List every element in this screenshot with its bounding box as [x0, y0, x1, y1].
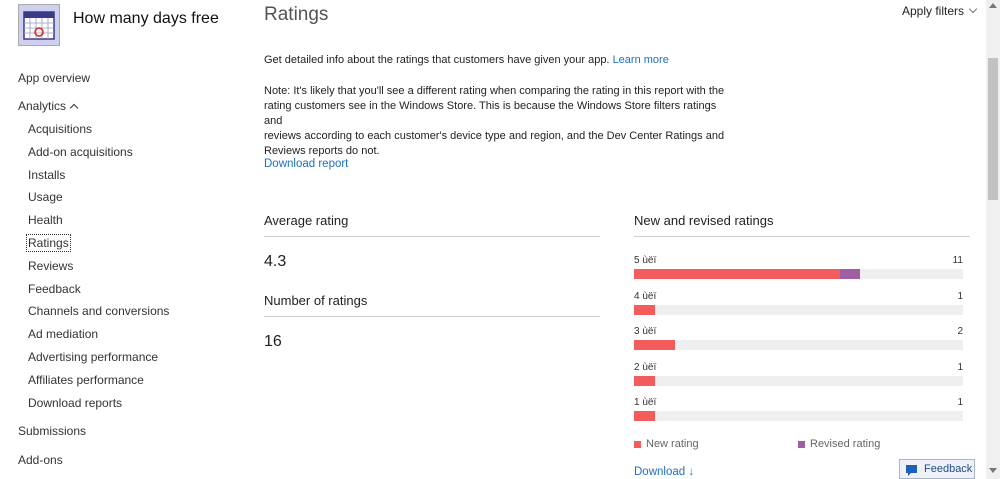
- app-title: How many days free: [73, 10, 219, 27]
- bar-count: 1: [957, 361, 963, 373]
- divider: [264, 316, 600, 317]
- calendar-app-icon: [18, 4, 60, 46]
- number-of-ratings-heading: Number of ratings: [264, 293, 368, 308]
- nav-reviews[interactable]: Reviews: [28, 259, 73, 273]
- bar-label: 2 ùëï: [634, 361, 657, 373]
- learn-more-link[interactable]: Learn more: [613, 54, 669, 66]
- new-rating-bar: [634, 304, 655, 315]
- note-line: Note: It's likely that you'll see a diff…: [264, 85, 725, 97]
- note-line: rating customers see in the Windows Stor…: [264, 100, 717, 127]
- nav-installs[interactable]: Installs: [28, 168, 65, 182]
- bar-track: [634, 269, 963, 279]
- nav-ad-mediation[interactable]: Ad mediation: [28, 327, 98, 341]
- legend-revised-rating: Revised rating: [810, 438, 881, 450]
- intro-text: Get detailed info about the ratings that…: [264, 54, 669, 66]
- bar-track: [634, 411, 963, 421]
- nav-channels-and-conversions[interactable]: Channels and conversions: [28, 304, 169, 318]
- nav-feedback[interactable]: Feedback: [28, 282, 81, 296]
- nav-acquisitions[interactable]: Acquisitions: [28, 122, 92, 136]
- nav-ratings[interactable]: Ratings: [26, 234, 71, 252]
- average-rating-value: 4.3: [264, 253, 287, 270]
- scrollbar[interactable]: [986, 0, 1000, 479]
- scroll-thumb[interactable]: [988, 58, 998, 200]
- new-rating-bar: [634, 375, 655, 386]
- bar-count: 11: [952, 255, 963, 266]
- new-rating-swatch: [634, 441, 641, 448]
- note-line: reviews according to each customer's dev…: [264, 130, 725, 142]
- sidebar: How many days free App overview Analytic…: [0, 0, 240, 479]
- download-link[interactable]: Download ↓: [634, 466, 694, 478]
- nav-advertising-performance[interactable]: Advertising performance: [28, 350, 158, 364]
- bar-count: 1: [957, 290, 963, 302]
- feedback-icon: [906, 465, 917, 476]
- app-header: How many days free: [18, 4, 219, 46]
- note-text: Note: It's likely that you'll see a diff…: [264, 84, 734, 159]
- chevron-up-icon: [69, 103, 79, 113]
- divider: [264, 236, 600, 237]
- nav-submissions[interactable]: Submissions: [18, 424, 86, 438]
- revised-rating-bar: [839, 269, 861, 279]
- scroll-up-arrow-icon[interactable]: [989, 3, 997, 8]
- feedback-button[interactable]: Feedback: [899, 459, 975, 479]
- bar-label: 1 ùëï: [634, 397, 657, 408]
- nav-affiliates-performance[interactable]: Affiliates performance: [28, 373, 144, 387]
- download-report-link[interactable]: Download report: [264, 158, 348, 170]
- bar-track: [634, 340, 963, 350]
- nav-add-ons[interactable]: Add-ons: [18, 453, 63, 467]
- intro-sentence: Get detailed info about the ratings that…: [264, 54, 610, 66]
- bar-count: 2: [957, 326, 963, 337]
- nav-analytics[interactable]: Analytics: [18, 99, 79, 113]
- nav-download-reports[interactable]: Download reports: [28, 396, 122, 410]
- page-title: Ratings: [264, 4, 329, 25]
- scroll-down-arrow-icon[interactable]: [989, 468, 997, 473]
- bar-label: 4 ùëï: [634, 290, 657, 302]
- bar-count: 1: [957, 397, 963, 408]
- new-rating-bar: [634, 340, 676, 350]
- nav-health[interactable]: Health: [28, 213, 63, 227]
- legend-new-rating: New rating: [646, 438, 699, 450]
- new-rating-bar: [634, 411, 655, 421]
- new-rating-bar: [634, 269, 840, 279]
- bar-track: [634, 375, 963, 386]
- average-rating-heading: Average rating: [264, 213, 349, 228]
- nav-add-on-acquisitions[interactable]: Add-on acquisitions: [28, 145, 133, 159]
- nav-usage[interactable]: Usage: [28, 190, 63, 204]
- note-line: Reviews reports do not.: [264, 145, 380, 157]
- download-label: Download: [634, 466, 686, 478]
- nav-app-overview[interactable]: App overview: [18, 71, 90, 85]
- revised-rating-swatch: [798, 441, 805, 448]
- bar-label: 3 ùëï: [634, 326, 657, 337]
- feedback-label: Feedback: [924, 463, 973, 475]
- apply-filters-button[interactable]: Apply filters: [902, 4, 978, 18]
- nav-analytics-label: Analytics: [18, 99, 67, 113]
- apply-filters-label: Apply filters: [902, 4, 965, 18]
- number-of-ratings-value: 16: [264, 333, 282, 350]
- download-arrow-icon: ↓: [688, 466, 695, 478]
- bar-label: 5 ùëï: [634, 255, 657, 266]
- chevron-down-icon: [968, 4, 978, 14]
- divider: [634, 236, 970, 237]
- chart-title: New and revised ratings: [634, 213, 774, 228]
- bar-track: [634, 304, 963, 315]
